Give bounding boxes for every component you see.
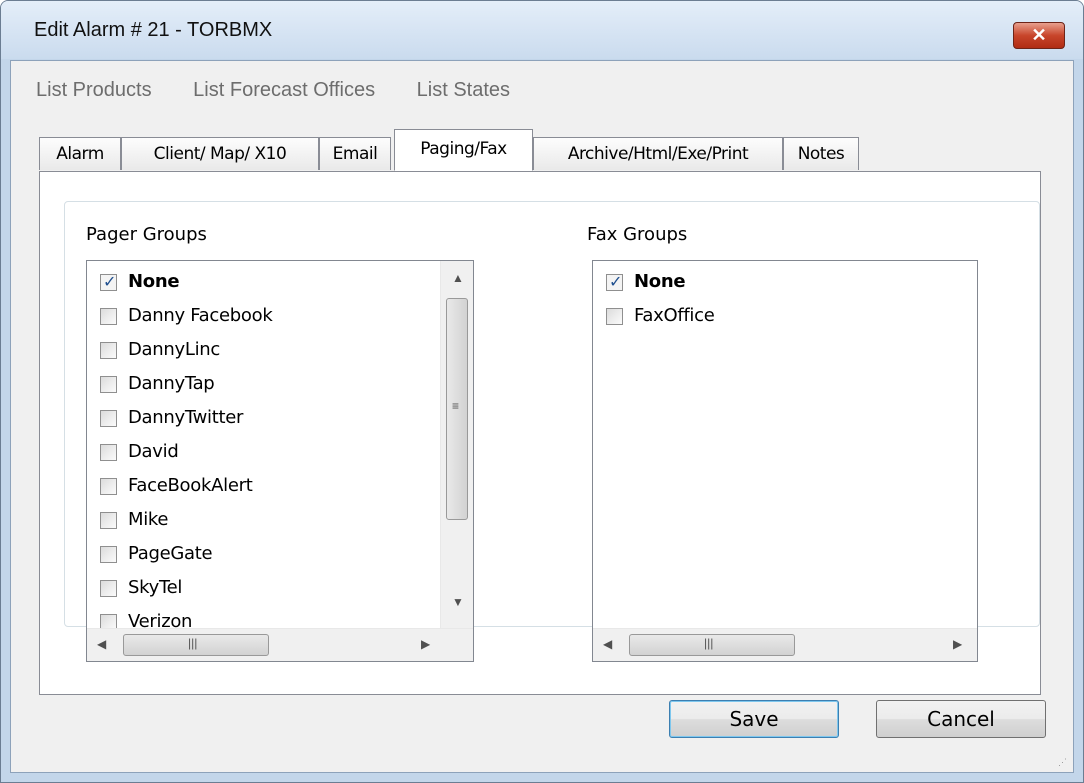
checkbox[interactable] [100, 580, 117, 597]
title-bar[interactable]: Edit Alarm # 21 - TORBMX ✕ [1, 1, 1083, 59]
paging-fax-panel: Pager Groups Fax Groups ✓ None Danny Face… [39, 171, 1041, 695]
fax-groups-label: Fax Groups [587, 224, 688, 245]
tab-client-map-x10[interactable]: Client/ Map/ X10 [121, 137, 319, 170]
checkbox[interactable] [100, 444, 117, 461]
checkbox[interactable] [100, 308, 117, 325]
tab-email[interactable]: Email [319, 137, 391, 170]
tab-paging-fax[interactable]: Paging/Fax [394, 129, 533, 171]
pager-groups-list[interactable]: ✓ None Danny Facebook DannyLinc DannyTap … [86, 260, 474, 662]
dialog-client-area: List Products List Forecast Offices List… [10, 60, 1074, 773]
close-icon: ✕ [1031, 25, 1047, 45]
scroll-down-arrow-icon[interactable]: ▼ [452, 595, 464, 609]
tab-notes[interactable]: Notes [783, 137, 859, 170]
menu-bar: List Products List Forecast Offices List… [36, 79, 546, 102]
scroll-left-arrow-icon[interactable]: ◀ [97, 637, 106, 651]
save-button[interactable]: Save [669, 700, 839, 738]
window-title: Edit Alarm # 21 - TORBMX [34, 19, 273, 41]
menu-item-list-forecast-offices[interactable]: List Forecast Offices [193, 79, 375, 102]
horizontal-scroll-thumb[interactable]: ||| [123, 634, 269, 656]
grip-icon: ||| [188, 636, 198, 650]
resize-grip-icon[interactable]: ⋰ [1058, 757, 1067, 768]
horizontal-scrollbar[interactable]: ◀ ||| ▶ [87, 628, 473, 661]
menu-item-list-products[interactable]: List Products [36, 79, 152, 102]
horizontal-scrollbar[interactable]: ◀ ||| ▶ [593, 628, 977, 661]
checkbox[interactable]: ✓ [606, 272, 623, 291]
checkbox[interactable] [100, 410, 117, 427]
checkbox[interactable]: ✓ [100, 272, 117, 291]
horizontal-scroll-thumb[interactable]: ||| [629, 634, 795, 656]
check-icon: ✓ [609, 272, 623, 291]
grip-icon: ||| [704, 636, 714, 650]
edit-alarm-window: Edit Alarm # 21 - TORBMX ✕ List Products… [0, 0, 1084, 783]
grip-icon: ≡ [452, 399, 460, 413]
check-icon: ✓ [103, 272, 117, 291]
tab-archive-html-exe-print[interactable]: Archive/Html/Exe/Print [533, 137, 783, 170]
tab-alarm[interactable]: Alarm [39, 137, 121, 170]
pager-groups-label: Pager Groups [86, 224, 207, 245]
cancel-button[interactable]: Cancel [876, 700, 1046, 738]
menu-item-list-states[interactable]: List States [417, 79, 510, 102]
checkbox[interactable] [606, 308, 623, 325]
checkbox[interactable] [100, 512, 117, 529]
close-button[interactable]: ✕ [1013, 22, 1065, 49]
checkbox[interactable] [100, 342, 117, 359]
checkbox[interactable] [100, 546, 117, 563]
vertical-scrollbar[interactable]: ▲ ≡ ▼ [440, 261, 473, 629]
vertical-scroll-thumb[interactable]: ≡ [446, 298, 468, 520]
scroll-right-arrow-icon[interactable]: ▶ [953, 637, 962, 651]
checkbox[interactable] [100, 478, 117, 495]
scroll-up-arrow-icon[interactable]: ▲ [452, 271, 464, 285]
checkbox[interactable] [100, 376, 117, 393]
scroll-right-arrow-icon[interactable]: ▶ [421, 637, 430, 651]
scroll-left-arrow-icon[interactable]: ◀ [603, 637, 612, 651]
fax-groups-list[interactable]: ✓ None FaxOffice ◀ ||| ▶ [592, 260, 978, 662]
